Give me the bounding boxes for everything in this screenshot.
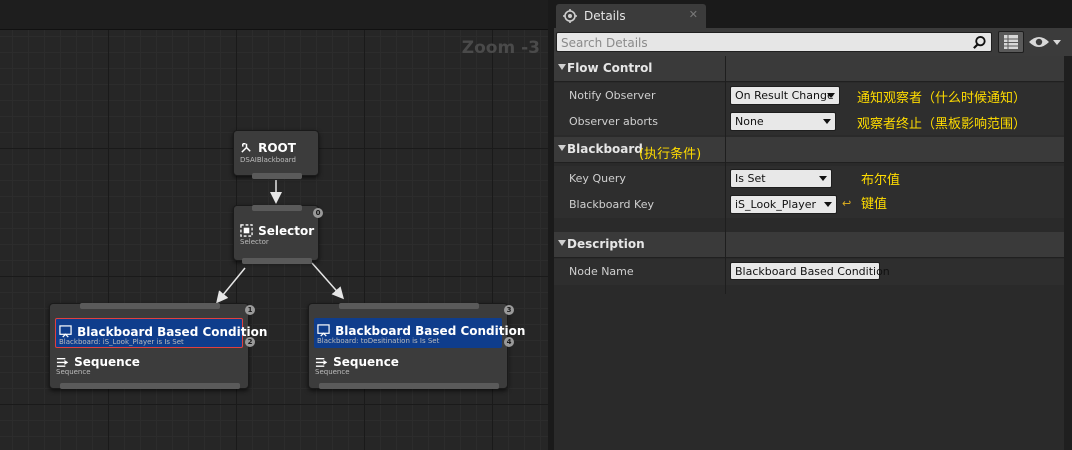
selector-title: Selector — [258, 224, 315, 238]
observer-aborts-annotation: 观察者终止（黑板影响范围） — [857, 117, 1027, 132]
left-branch-node[interactable]: 1 2 Blackboard Based Condition Blackboar… — [49, 303, 267, 389]
left-decorator-index-badge: 1 — [245, 305, 255, 315]
blackboard-key-annotation: 键值 — [861, 197, 888, 212]
root-icon — [241, 143, 251, 153]
column-divider[interactable] — [725, 56, 726, 294]
expand-arrow-icon — [558, 240, 566, 246]
observer-aborts-value: None — [735, 115, 764, 128]
blackboard-key-value: iS_Look_Player — [735, 198, 817, 211]
right-decorator-subtitle: Blackboard: toDesitination is Is Set — [317, 337, 440, 345]
right-output-pin[interactable] — [319, 383, 499, 389]
prop-node-name: Node Name Blackboard Based Condition — [554, 259, 1064, 285]
selector-index-badge: 0 — [313, 208, 323, 218]
category-flow-control-label: Flow Control — [567, 61, 653, 75]
chevron-down-icon — [827, 93, 835, 98]
root-subtitle: DSAIBlackboard — [240, 156, 296, 164]
category-blackboard[interactable]: Blackboard (执行条件) — [554, 137, 1064, 163]
left-task-subtitle: Sequence — [56, 368, 91, 376]
node-name-value: Blackboard Based Condition — [735, 265, 890, 278]
prop-notify-observer-name: Notify Observer — [569, 89, 656, 102]
expand-arrow-icon — [558, 145, 566, 151]
expand-arrow-icon — [558, 64, 566, 70]
search-input[interactable] — [561, 35, 966, 50]
eye-icon — [1029, 37, 1049, 47]
details-icon — [563, 9, 577, 23]
view-options-button[interactable] — [1028, 33, 1062, 51]
left-task[interactable]: Sequence Sequence — [55, 349, 243, 379]
notify-observer-dropdown[interactable]: On Result Change — [730, 86, 840, 105]
root-title: ROOT — [258, 141, 296, 155]
details-tab-bar: Details ✕ — [554, 0, 1072, 28]
node-name-field[interactable]: Blackboard Based Condition — [730, 262, 890, 280]
right-task[interactable]: Sequence Sequence — [314, 349, 502, 379]
right-branch-node[interactable]: 3 4 Blackboard Based Condition Blackboar… — [308, 303, 525, 389]
right-decorator[interactable]: Blackboard Based Condition Blackboard: t… — [314, 318, 525, 348]
search-box — [556, 32, 992, 52]
details-body: Flow Control Notify Observer On Result C… — [554, 56, 1064, 450]
details-tab-label: Details — [584, 9, 626, 23]
connection-selector-left — [216, 267, 246, 304]
category-description[interactable]: Description — [554, 232, 1064, 258]
right-task-subtitle: Sequence — [315, 368, 350, 376]
chevron-down-icon — [824, 202, 832, 207]
prop-notify-observer: Notify Observer On Result Change 通知观察者（什… — [554, 83, 1064, 109]
left-decorator-subtitle: Blackboard: iS_Look_Player is Is Set — [59, 338, 184, 346]
prop-blackboard-key: Blackboard Key iS_Look_Player ↩ 键值 — [554, 192, 1064, 218]
prop-observer-aborts: Observer aborts None 观察者终止（黑板影响范围） — [554, 109, 1064, 135]
blackboard-key-dropdown[interactable]: iS_Look_Player — [730, 195, 837, 214]
category-description-label: Description — [567, 237, 645, 251]
details-tab[interactable]: Details ✕ — [556, 4, 706, 28]
decorator-icon — [59, 325, 72, 338]
selector-body: Selector Selector — [240, 218, 315, 254]
sequence-icon — [56, 358, 69, 367]
selector-output-pin[interactable] — [242, 258, 312, 264]
right-task-title: Sequence — [333, 355, 399, 369]
prop-key-query: Key Query Is Set 布尔值 — [554, 166, 1064, 192]
observer-aborts-dropdown[interactable]: None — [730, 112, 836, 131]
left-output-pin[interactable] — [60, 383, 240, 389]
details-toolbar — [554, 28, 1072, 56]
notify-observer-value: On Result Change — [735, 89, 834, 102]
search-icon[interactable] — [972, 35, 987, 50]
category-flow-control[interactable]: Flow Control — [554, 56, 1064, 82]
left-decorator-title: Blackboard Based Condition — [77, 325, 268, 339]
left-decorator[interactable]: Blackboard Based Condition Blackboard: i… — [55, 318, 267, 348]
right-input-pin[interactable] — [339, 303, 479, 309]
prop-node-name-name: Node Name — [569, 265, 634, 278]
category-blackboard-label: Blackboard — [567, 142, 643, 156]
root-output-pin[interactable] — [252, 173, 302, 179]
selector-node[interactable]: 0 Selector Selector — [233, 205, 323, 264]
graph-panel[interactable]: Zoom -3 ROOT DSAIBlackboard 0 Selector S… — [0, 0, 548, 450]
sequence-icon — [315, 358, 328, 367]
grid-icon — [1004, 35, 1018, 49]
chevron-down-icon — [1053, 40, 1061, 45]
key-query-annotation: 布尔值 — [861, 173, 901, 188]
blackboard-annotation: (执行条件) — [639, 147, 702, 162]
selector-subtitle: Selector — [240, 238, 269, 246]
root-node[interactable]: ROOT DSAIBlackboard — [233, 130, 319, 179]
chevron-down-icon — [823, 119, 831, 124]
connection-selector-right — [311, 262, 344, 300]
decorator-icon — [317, 324, 330, 337]
property-matrix-button[interactable] — [998, 31, 1024, 53]
right-decorator-index-badge: 3 — [504, 305, 514, 315]
notify-observer-annotation: 通知观察者（什么时候通知） — [857, 91, 1027, 106]
details-panel: Details ✕ Search Details Flow Control No… — [554, 0, 1072, 450]
root-node-body: ROOT DSAIBlackboard — [238, 135, 314, 171]
details-scrollbar[interactable] — [1064, 56, 1072, 450]
reset-to-default-icon[interactable]: ↩ — [842, 197, 851, 210]
selector-input-pin[interactable] — [252, 205, 302, 211]
key-query-value: Is Set — [735, 172, 766, 185]
close-icon[interactable]: ✕ — [689, 8, 698, 21]
right-decorator-title: Blackboard Based Condition — [335, 324, 526, 338]
behavior-tree-editor: Zoom -3 ROOT DSAIBlackboard 0 Selector S… — [0, 0, 1072, 450]
chevron-down-icon — [819, 176, 827, 181]
prop-blackboard-key-name: Blackboard Key — [569, 198, 654, 211]
selector-icon — [240, 224, 253, 237]
left-task-title: Sequence — [74, 355, 140, 369]
left-input-pin[interactable] — [80, 303, 220, 309]
key-query-dropdown[interactable]: Is Set — [730, 169, 832, 188]
prop-observer-aborts-name: Observer aborts — [569, 115, 658, 128]
prop-key-query-name: Key Query — [569, 172, 626, 185]
